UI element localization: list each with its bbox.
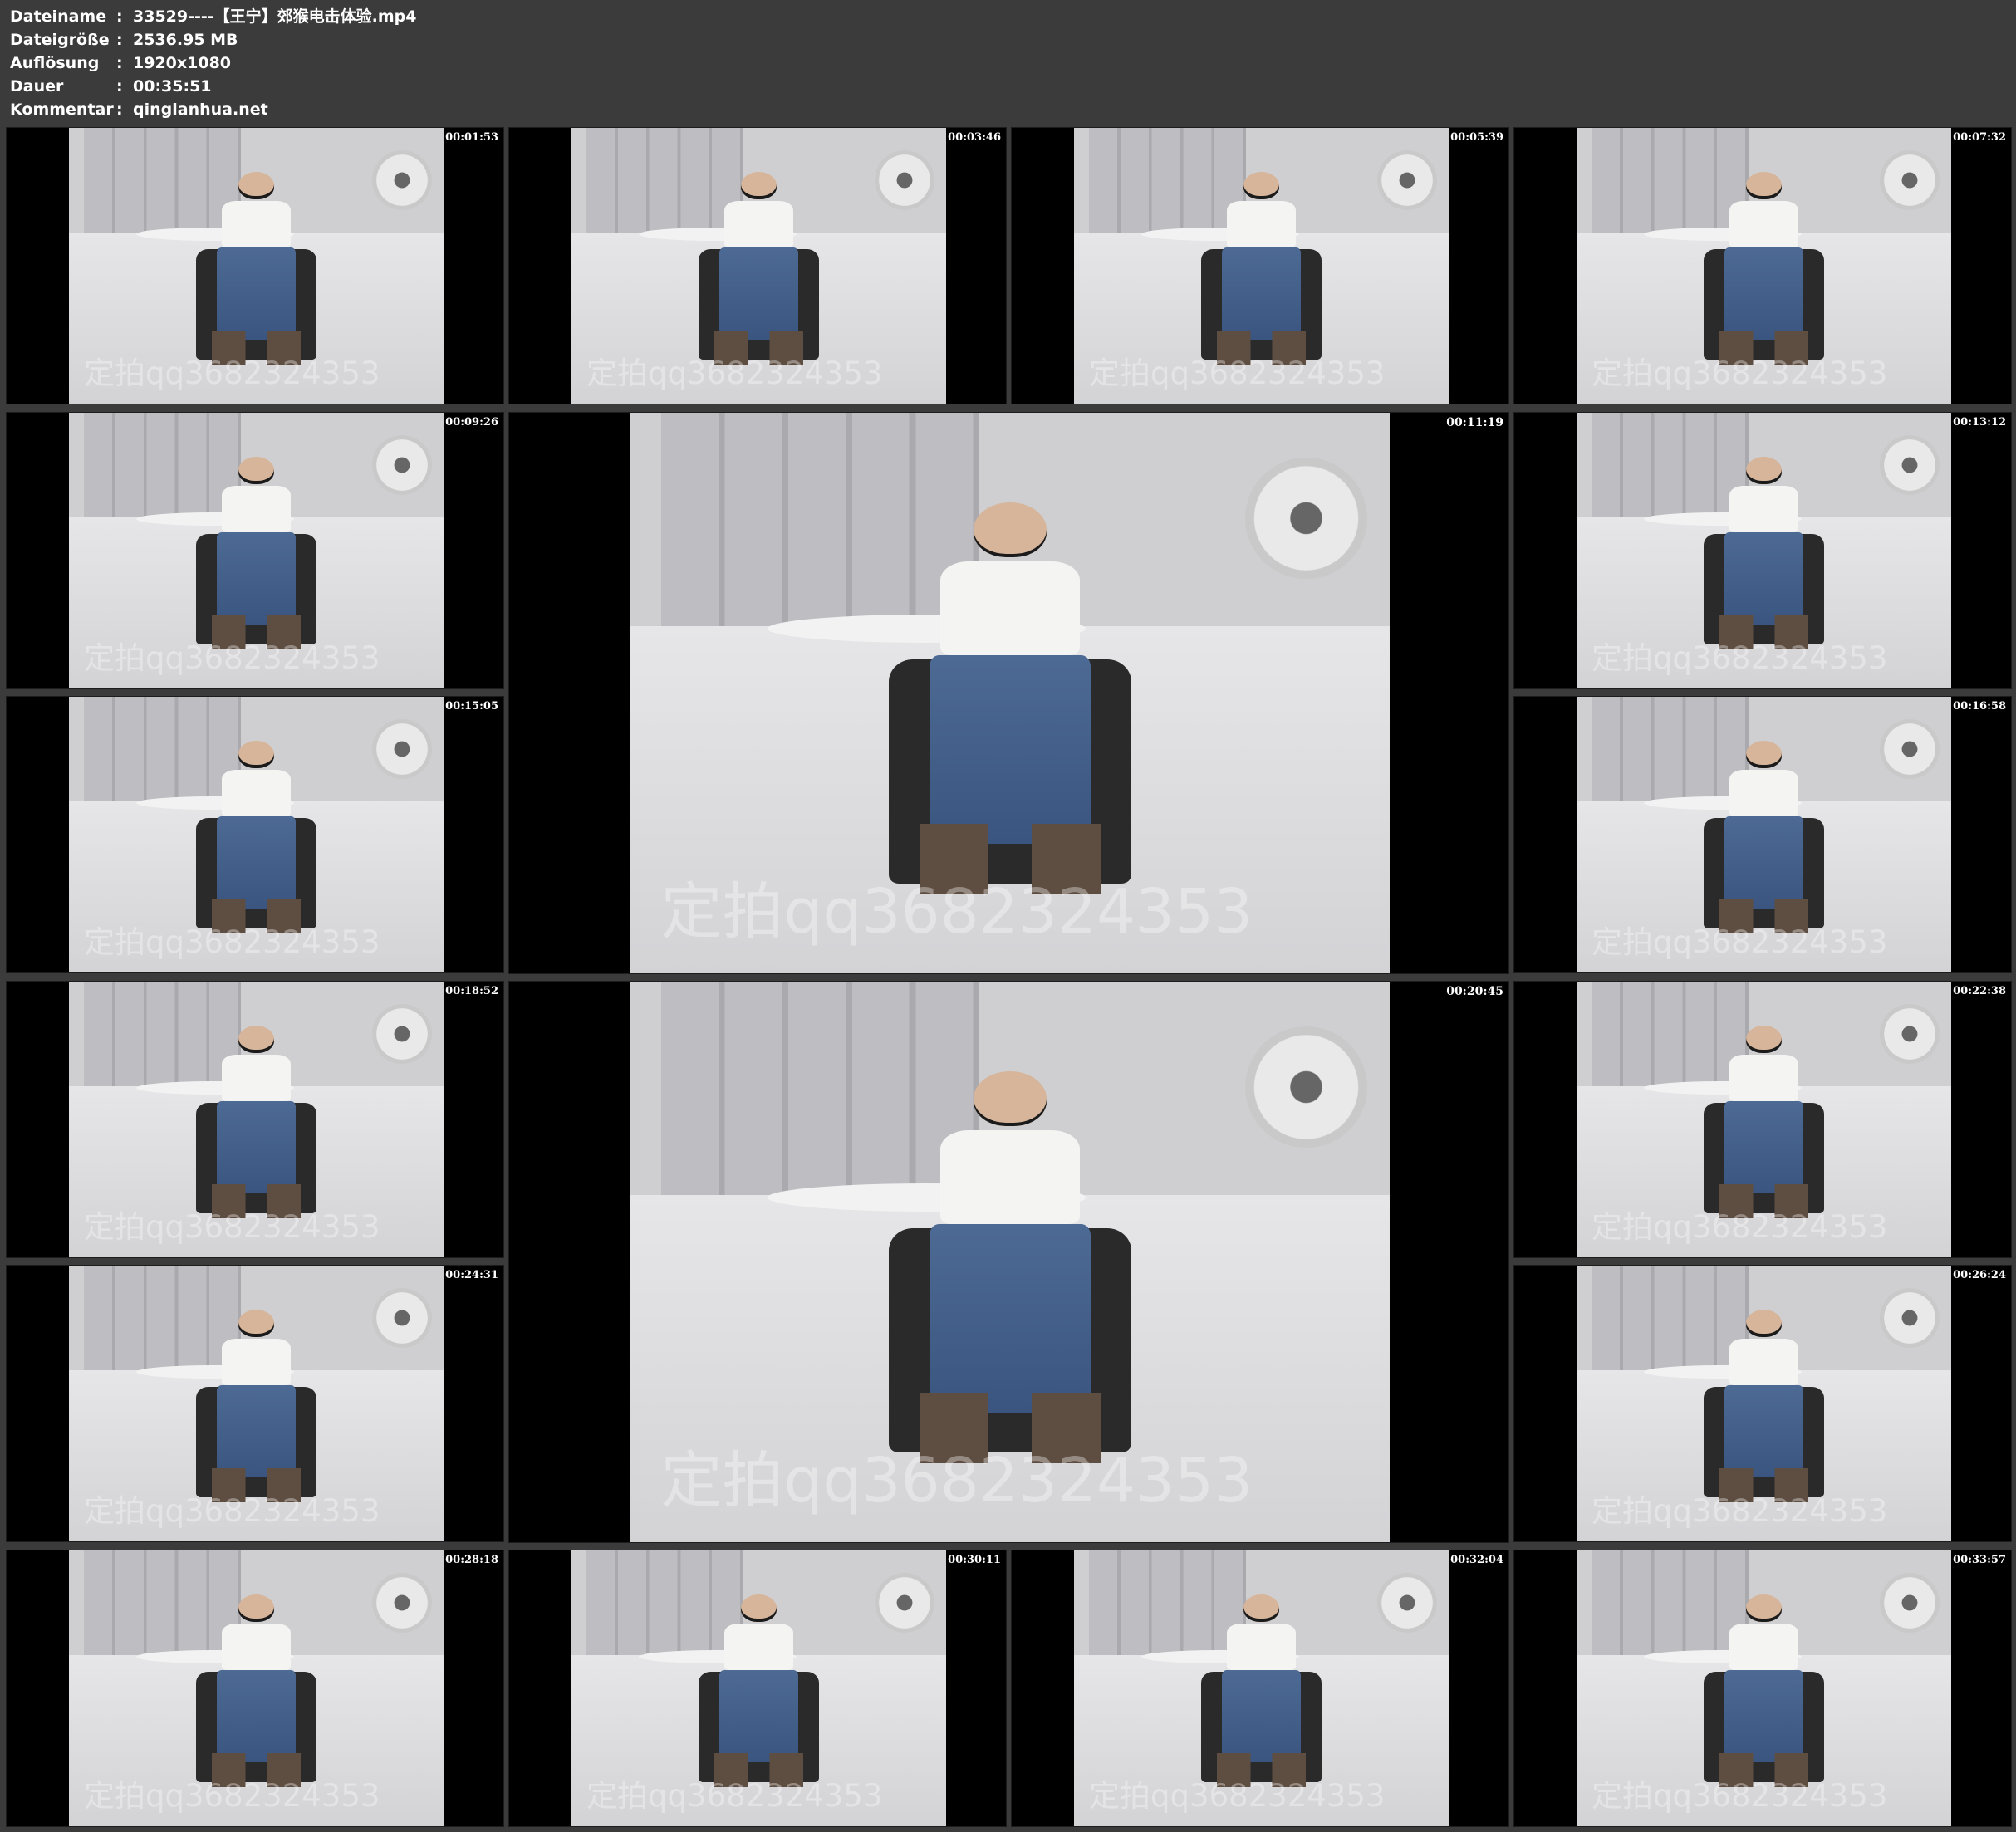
- watermark: 定拍qq3682324353: [586, 1777, 883, 1814]
- fan-icon: [875, 149, 935, 210]
- video-thumbnail[interactable]: 定拍qq3682324353 00:22:38: [1513, 981, 2012, 1258]
- watermark: 定拍qq3682324353: [1592, 355, 1888, 391]
- thumbnail-image: 定拍qq3682324353: [1577, 1550, 1951, 1826]
- video-thumbnail[interactable]: 定拍qq3682324353 00:30:11: [508, 1550, 1007, 1827]
- timestamp-label: 00:07:32: [1953, 131, 2006, 144]
- timestamp-label: 00:30:11: [948, 1554, 1001, 1566]
- watermark: 定拍qq3682324353: [1592, 1492, 1888, 1529]
- video-thumbnail[interactable]: 定拍qq3682324353 00:32:04: [1011, 1550, 1509, 1827]
- video-thumbnail[interactable]: 定拍qq3682324353 00:20:45: [508, 981, 1509, 1543]
- timestamp-label: 00:32:04: [1450, 1554, 1503, 1566]
- fan-icon: [372, 718, 433, 779]
- timestamp-label: 00:28:18: [445, 1554, 498, 1566]
- thumbnail-image: 定拍qq3682324353: [1577, 1266, 1951, 1541]
- video-thumbnail[interactable]: 定拍qq3682324353 00:09:26: [6, 412, 504, 689]
- timestamp-label: 00:11:19: [1446, 416, 1503, 429]
- watermark: 定拍qq3682324353: [1592, 639, 1888, 676]
- thumbnail-image: 定拍qq3682324353: [1577, 413, 1951, 688]
- video-thumbnail[interactable]: 定拍qq3682324353 00:03:46: [508, 127, 1007, 404]
- watermark: 定拍qq3682324353: [84, 1208, 380, 1245]
- timestamp-label: 00:03:46: [948, 131, 1001, 144]
- timestamp-label: 00:20:45: [1446, 985, 1503, 998]
- watermark: 定拍qq3682324353: [84, 1777, 380, 1814]
- thumbnail-image: 定拍qq3682324353: [1577, 697, 1951, 972]
- timestamp-label: 00:15:05: [445, 700, 498, 713]
- video-thumbnail[interactable]: 定拍qq3682324353 00:11:19: [508, 412, 1509, 974]
- timestamp-label: 00:33:57: [1953, 1554, 2006, 1566]
- fan-icon: [1377, 149, 1438, 210]
- thumbnail-grid: 定拍qq3682324353 00:01:53 定拍qq3682324353 00:0…: [0, 0, 2016, 1832]
- thumbnail-image: 定拍qq3682324353: [69, 697, 444, 972]
- video-thumbnail[interactable]: 定拍qq3682324353 00:13:12: [1513, 412, 2012, 689]
- watermark: 定拍qq3682324353: [1592, 1777, 1888, 1814]
- fan-icon: [1880, 149, 1940, 210]
- fan-icon: [1880, 1003, 1940, 1064]
- watermark: 定拍qq3682324353: [84, 355, 380, 391]
- video-thumbnail[interactable]: 定拍qq3682324353 00:05:39: [1011, 127, 1509, 404]
- timestamp-label: 00:05:39: [1450, 131, 1503, 144]
- video-thumbnail[interactable]: 定拍qq3682324353 00:28:18: [6, 1550, 504, 1827]
- timestamp-label: 00:01:53: [445, 131, 498, 144]
- thumbnail-image: 定拍qq3682324353: [1577, 982, 1951, 1257]
- video-thumbnail[interactable]: 定拍qq3682324353 00:24:31: [6, 1265, 504, 1542]
- thumbnail-image: 定拍qq3682324353: [69, 982, 444, 1257]
- fan-icon: [1245, 1026, 1367, 1149]
- watermark: 定拍qq3682324353: [660, 876, 1253, 948]
- thumbnail-image: 定拍qq3682324353: [69, 1550, 444, 1826]
- fan-icon: [372, 1572, 433, 1633]
- fan-icon: [1377, 1572, 1438, 1633]
- fan-icon: [1880, 434, 1940, 495]
- timestamp-label: 00:22:38: [1953, 985, 2006, 997]
- fan-icon: [372, 1003, 433, 1064]
- timestamp-label: 00:18:52: [445, 985, 498, 997]
- fan-icon: [372, 434, 433, 495]
- video-thumbnail[interactable]: 定拍qq3682324353 00:26:24: [1513, 1265, 2012, 1542]
- watermark: 定拍qq3682324353: [1592, 923, 1888, 960]
- thumbnail-image: 定拍qq3682324353: [571, 128, 946, 404]
- thumbnail-image: 定拍qq3682324353: [1577, 128, 1951, 404]
- thumbnail-image: 定拍qq3682324353: [69, 1266, 444, 1541]
- fan-icon: [1880, 1572, 1940, 1633]
- fan-icon: [1880, 718, 1940, 779]
- watermark: 定拍qq3682324353: [1592, 1208, 1888, 1245]
- watermark: 定拍qq3682324353: [660, 1445, 1253, 1516]
- fan-icon: [1245, 458, 1367, 580]
- video-thumbnail[interactable]: 定拍qq3682324353 00:33:57: [1513, 1550, 2012, 1827]
- timestamp-label: 00:16:58: [1953, 700, 2006, 713]
- timestamp-label: 00:26:24: [1953, 1269, 2006, 1281]
- watermark: 定拍qq3682324353: [1089, 355, 1386, 391]
- thumbnail-image: 定拍qq3682324353: [1074, 1550, 1449, 1826]
- thumbnail-image: 定拍qq3682324353: [630, 413, 1390, 973]
- thumbnail-image: 定拍qq3682324353: [69, 128, 444, 404]
- video-thumbnail[interactable]: 定拍qq3682324353 00:15:05: [6, 696, 504, 973]
- fan-icon: [875, 1572, 935, 1633]
- watermark: 定拍qq3682324353: [1089, 1777, 1386, 1814]
- video-thumbnail[interactable]: 定拍qq3682324353 00:07:32: [1513, 127, 2012, 404]
- fan-icon: [372, 1287, 433, 1348]
- watermark: 定拍qq3682324353: [84, 1492, 380, 1529]
- video-thumbnail[interactable]: 定拍qq3682324353 00:18:52: [6, 981, 504, 1258]
- timestamp-label: 00:13:12: [1953, 416, 2006, 429]
- watermark: 定拍qq3682324353: [84, 923, 380, 960]
- timestamp-label: 00:09:26: [445, 416, 498, 429]
- thumbnail-image: 定拍qq3682324353: [1074, 128, 1449, 404]
- fan-icon: [372, 149, 433, 210]
- thumbnail-image: 定拍qq3682324353: [571, 1550, 946, 1826]
- video-thumbnail[interactable]: 定拍qq3682324353 00:01:53: [6, 127, 504, 404]
- watermark: 定拍qq3682324353: [84, 639, 380, 676]
- timestamp-label: 00:24:31: [445, 1269, 498, 1281]
- video-thumbnail[interactable]: 定拍qq3682324353 00:16:58: [1513, 696, 2012, 973]
- watermark: 定拍qq3682324353: [586, 355, 883, 391]
- fan-icon: [1880, 1287, 1940, 1348]
- thumbnail-image: 定拍qq3682324353: [630, 982, 1390, 1542]
- thumbnail-image: 定拍qq3682324353: [69, 413, 444, 688]
